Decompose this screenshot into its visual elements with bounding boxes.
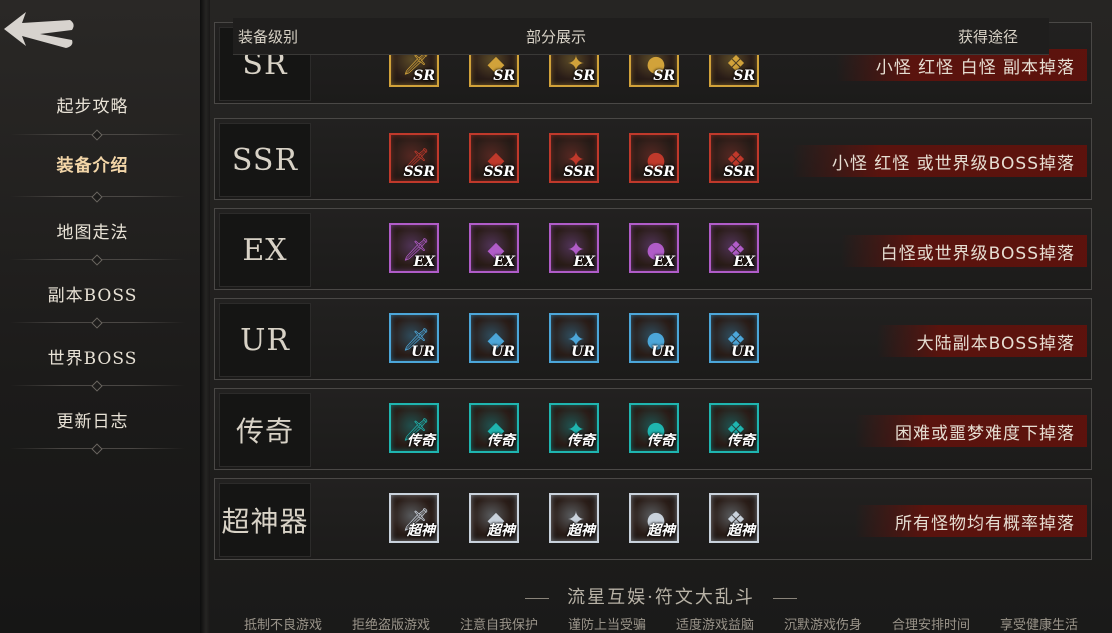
equipment-row: 传奇 🗡 传奇 ◆ 传奇 ✦ 传奇 ● 传奇 ❖ 传奇 困难或噩梦难度下掉落 bbox=[214, 388, 1092, 470]
footer-notice-item: 拒绝盗版游戏 bbox=[352, 618, 431, 633]
ruby-crown-icon[interactable]: ✦ SSR bbox=[549, 133, 599, 183]
rarity-tag: EX bbox=[493, 254, 515, 270]
rarity-tag: EX bbox=[413, 254, 435, 270]
footer-notice-item: 沉默游戏伤身 bbox=[784, 618, 863, 633]
footer-title: 流星互娱·符文大乱斗 bbox=[210, 583, 1112, 609]
rarity-tag: SSR bbox=[643, 164, 675, 180]
nav-divider bbox=[10, 322, 185, 323]
rarity-tag: SR bbox=[733, 68, 755, 84]
rarity-tag: 超神 bbox=[727, 523, 755, 539]
golden-wing-icon[interactable]: 🗡 UR bbox=[389, 313, 439, 363]
rarity-tag: 传奇 bbox=[487, 433, 515, 449]
blue-star-icon[interactable]: ◆ UR bbox=[469, 313, 519, 363]
rarity-tag: EX bbox=[733, 254, 755, 270]
sidebar: 起步攻略 装备介绍 地图走法 副本BOSS 世界BOSS 更新日志 bbox=[0, 0, 200, 633]
rarity-tag: SSR bbox=[723, 164, 755, 180]
drop-source-banner: 白怪或世界级BOSS掉落 bbox=[840, 235, 1087, 267]
rarity-tag: 传奇 bbox=[407, 433, 435, 449]
flame-cauldron-icon[interactable]: ◆ EX bbox=[469, 223, 519, 273]
rarity-tag: EX bbox=[573, 254, 595, 270]
footer-notice-item: 合理安排时间 bbox=[892, 618, 971, 633]
rarity-tag: 超神 bbox=[407, 523, 435, 539]
sidebar-edge bbox=[200, 0, 210, 633]
dragon-relic-icon[interactable]: ● UR bbox=[629, 313, 679, 363]
red-eye-icon[interactable]: ◆ 传奇 bbox=[469, 403, 519, 453]
golden-disc-icon[interactable]: ◆ 超神 bbox=[469, 493, 519, 543]
silver-spear-icon[interactable]: ❖ UR bbox=[709, 313, 759, 363]
drop-source-banner: 所有怪物均有概率掉落 bbox=[855, 505, 1087, 537]
grade-label: 传奇 bbox=[219, 393, 311, 467]
footer-notice-item: 谨防上当受骗 bbox=[568, 618, 647, 633]
nav-divider bbox=[10, 448, 185, 449]
crimson-blade-icon[interactable]: ❖ EX bbox=[709, 223, 759, 273]
header-source: 获得途径 bbox=[958, 28, 1019, 46]
grade-label: EX bbox=[219, 213, 311, 287]
rarity-tag: 超神 bbox=[567, 523, 595, 539]
feather-fan-icon[interactable]: ● EX bbox=[629, 223, 679, 273]
rarity-tag: SSR bbox=[403, 164, 435, 180]
rune-stone-icon[interactable]: ✦ 传奇 bbox=[549, 403, 599, 453]
nav-divider bbox=[10, 259, 185, 260]
header-items: 部分展示 bbox=[526, 28, 587, 46]
rarity-tag: UR bbox=[651, 344, 675, 360]
rarity-tag: SSR bbox=[483, 164, 515, 180]
footer-dash-left bbox=[525, 597, 550, 599]
equipment-row: EX 🗡 EX ◆ EX ✦ EX ● EX ❖ EX 白怪或世界级BOSS掉落 bbox=[214, 208, 1092, 290]
table-header: 装备级别 部分展示 获得途径 bbox=[233, 18, 1049, 55]
footer-notice-item: 抵制不良游戏 bbox=[244, 618, 323, 633]
grade-label: SSR bbox=[219, 123, 311, 197]
rarity-tag: EX bbox=[653, 254, 675, 270]
nav-divider bbox=[10, 196, 185, 197]
sidebar-item-equipment[interactable]: 装备介绍 bbox=[0, 133, 185, 193]
footer-notice-item: 适度游戏益脑 bbox=[676, 618, 755, 633]
sidebar-item-dungeon-boss[interactable]: 副本BOSS bbox=[0, 263, 185, 323]
rarity-tag: 传奇 bbox=[567, 433, 595, 449]
equipment-row: SSR 🗡 SSR ◆ SSR ✦ SSR ● SSR ❖ SSR 小怪 红怪 或世界级BOSS掉落 bbox=[214, 118, 1092, 200]
drop-source-banner: 小怪 红怪 或世界级BOSS掉落 bbox=[791, 145, 1087, 177]
dark-sword-icon[interactable]: ● 超神 bbox=[629, 493, 679, 543]
dark-orb-icon[interactable]: 🗡 EX bbox=[389, 223, 439, 273]
rainbow-star-icon[interactable]: ✦ 超神 bbox=[549, 493, 599, 543]
header-grade: 装备级别 bbox=[238, 28, 299, 46]
rarity-tag: SR bbox=[573, 68, 595, 84]
rarity-tag: 传奇 bbox=[727, 433, 755, 449]
rarity-tag: SR bbox=[653, 68, 675, 84]
golden-staff-icon[interactable]: ❖ SSR bbox=[709, 133, 759, 183]
sidebar-item-world-boss[interactable]: 世界BOSS bbox=[0, 326, 185, 386]
drop-source-banner: 困难或噩梦难度下掉落 bbox=[855, 415, 1087, 447]
rarity-tag: UR bbox=[491, 344, 515, 360]
rarity-tag: 传奇 bbox=[647, 433, 675, 449]
back-arrow-icon[interactable] bbox=[0, 6, 80, 52]
sidebar-item-map-guide[interactable]: 地图走法 bbox=[0, 200, 185, 260]
sidebar-item-update-log[interactable]: 更新日志 bbox=[0, 389, 185, 449]
rarity-tag: SR bbox=[493, 68, 515, 84]
rarity-tag: 超神 bbox=[487, 523, 515, 539]
rarity-tag: UR bbox=[731, 344, 755, 360]
emerald-orb-icon[interactable]: 🗡 SSR bbox=[389, 133, 439, 183]
rarity-tag: UR bbox=[411, 344, 435, 360]
sidebar-item-getting-started[interactable]: 起步攻略 bbox=[0, 74, 185, 134]
flame-armor-icon[interactable]: ❖ 超神 bbox=[709, 493, 759, 543]
grade-label: UR bbox=[219, 303, 311, 377]
rarity-tag: UR bbox=[571, 344, 595, 360]
rarity-tag: 超神 bbox=[647, 523, 675, 539]
fire-gauntlet-icon[interactable]: ✦ UR bbox=[549, 313, 599, 363]
nav-divider bbox=[10, 385, 185, 386]
spectral-beast-icon[interactable]: 🗡 超神 bbox=[389, 493, 439, 543]
teal-beast-icon[interactable]: 🗡 传奇 bbox=[389, 403, 439, 453]
grade-label: 超神器 bbox=[219, 483, 311, 557]
equipment-row: UR 🗡 UR ◆ UR ✦ UR ● UR ❖ UR 大陆副本BOSS掉落 bbox=[214, 298, 1092, 380]
footer-notice-item: 享受健康生活 bbox=[1000, 618, 1079, 633]
equipment-row: 超神器 🗡 超神 ◆ 超神 ✦ 超神 ● 超神 ❖ 超神 所有怪物均有概率掉落 bbox=[214, 478, 1092, 560]
rarity-tag: SR bbox=[413, 68, 435, 84]
golden-flower-icon[interactable]: ◆ SSR bbox=[469, 133, 519, 183]
footer-dash-right bbox=[772, 597, 797, 599]
crimson-seal-icon[interactable]: ● 传奇 bbox=[629, 403, 679, 453]
winged-helm-icon[interactable]: ● SSR bbox=[629, 133, 679, 183]
footer-notice-item: 注意自我保护 bbox=[460, 618, 539, 633]
drop-source-banner: 大陆副本BOSS掉落 bbox=[876, 325, 1087, 357]
azure-vortex-icon[interactable]: ❖ 传奇 bbox=[709, 403, 759, 453]
rarity-tag: SSR bbox=[563, 164, 595, 180]
gauntlet-icon[interactable]: ✦ EX bbox=[549, 223, 599, 273]
